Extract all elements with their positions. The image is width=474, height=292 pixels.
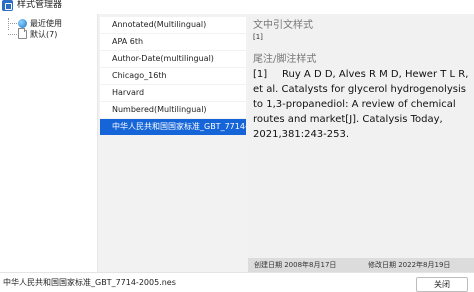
style-list-item[interactable]: Harvard [100,85,246,101]
date-info-bar: 创建日期 2008年8月17日 修改日期 2022年8月19日 [248,258,474,272]
tree-connector [8,18,9,30]
style-list[interactable]: Annotated(Multilingual) APA 6th Author-D… [98,14,248,272]
style-preview-pane: 文中引文样式 [1] 尾注/脚注样式 [1] Ruy A D D, Alves … [248,14,474,272]
tree-connector [8,34,17,35]
style-list-item-selected[interactable]: 中华人民共和国国家标准_GBT_7714-2005 [100,119,246,135]
style-list-item[interactable]: Chicago_16th [100,68,246,84]
tree-item-label: 最近使用 [30,19,62,28]
close-button[interactable]: 关闭 [416,277,468,292]
selected-file-name: 中华人民共和国国家标准_GBT_7714-2005.nes [3,278,176,287]
created-date: 创建日期 2008年8月17日 [254,261,337,269]
status-bar: 中华人民共和国国家标准_GBT_7714-2005.nes 关闭 [0,272,474,292]
title-bar: 样式管理器 [0,0,474,14]
style-list-item[interactable]: Author-Date(multilingual) [100,51,246,67]
style-list-item[interactable]: Numbered(Multilingual) [100,102,246,118]
modified-date: 修改日期 2022年8月19日 [368,261,451,269]
reference-text: Ruy A D D, Alves R M D, Hewer T L R, et … [253,69,469,140]
globe-icon [18,19,27,28]
style-folder-tree[interactable]: 最近使用 默认(7) [0,14,98,272]
footnote-heading: 尾注/脚注样式 [253,54,317,65]
tree-item-label: 默认(7) [30,30,58,39]
intext-heading: 文中引文样式 [253,20,313,31]
folder-icon [18,28,27,39]
intext-sample: [1] [253,33,263,41]
style-manager-icon [2,0,13,11]
tree-connector [8,23,17,24]
style-list-item[interactable]: APA 6th [100,34,246,50]
window-title: 样式管理器 [17,0,63,10]
style-list-item[interactable]: Annotated(Multilingual) [100,17,246,33]
